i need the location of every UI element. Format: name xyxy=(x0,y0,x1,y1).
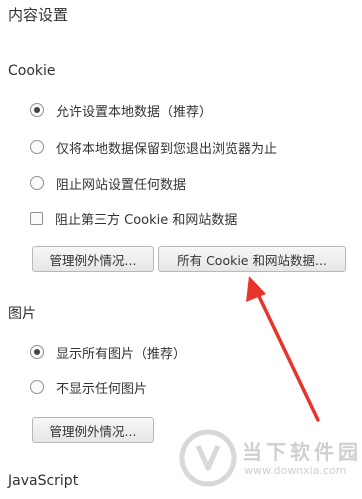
radio-button[interactable] xyxy=(30,176,44,190)
radio-hide-images-label: 不显示任何图片 xyxy=(56,381,148,397)
radio-button-checked[interactable] xyxy=(30,103,44,117)
watermark-name: 当下软件园 xyxy=(242,440,362,464)
watermark-url: www.downxia.com xyxy=(244,464,347,477)
images-section-heading: 图片 xyxy=(8,306,36,322)
watermark: 当下软件园 www.downxia.com xyxy=(176,426,362,496)
radio-button-checked[interactable] xyxy=(30,345,44,359)
radio-hide-images[interactable]: 不显示任何图片 xyxy=(30,377,147,397)
radio-block-all-data[interactable]: 阻止网站设置任何数据 xyxy=(30,173,186,193)
page-title: 内容设置 xyxy=(8,6,69,24)
arrow-shaft xyxy=(254,288,320,422)
watermark-logo-icon xyxy=(179,429,237,487)
checkbox-block-third-party-label: 阻止第三方 Cookie 和网站数据 xyxy=(55,212,238,228)
arrow-head xyxy=(246,276,266,302)
radio-allow-local-data[interactable]: 允许设置本地数据（推荐） xyxy=(30,100,212,120)
all-cookies-site-data-button[interactable]: 所有 Cookie 和网站数据... xyxy=(158,246,346,272)
radio-block-all-data-label: 阻止网站设置任何数据 xyxy=(56,177,187,193)
radio-button[interactable] xyxy=(30,140,44,154)
cookie-manage-exceptions-button[interactable]: 管理例外情况... xyxy=(32,246,154,272)
checkbox-block-third-party[interactable]: 阻止第三方 Cookie 和网站数据 xyxy=(30,208,237,228)
radio-show-all-images-label: 显示所有图片（推荐） xyxy=(56,346,187,362)
javascript-section-heading: JavaScript xyxy=(8,473,79,489)
radio-show-all-images[interactable]: 显示所有图片（推荐） xyxy=(30,342,186,362)
radio-button[interactable] xyxy=(30,380,44,394)
cookie-section-heading: Cookie xyxy=(8,63,56,79)
radio-allow-local-data-label: 允许设置本地数据（推荐） xyxy=(56,104,213,120)
images-manage-exceptions-button[interactable]: 管理例外情况... xyxy=(32,417,154,443)
checkbox[interactable] xyxy=(30,211,43,225)
radio-keep-until-exit[interactable]: 仅将本地数据保留到您退出浏览器为止 xyxy=(30,137,277,157)
radio-keep-until-exit-label: 仅将本地数据保留到您退出浏览器为止 xyxy=(56,141,278,157)
